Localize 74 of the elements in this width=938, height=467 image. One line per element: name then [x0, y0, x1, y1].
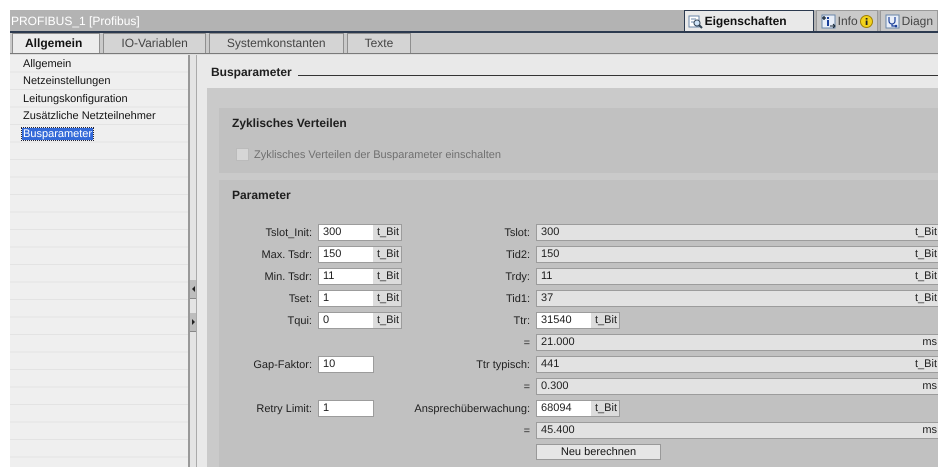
- tab[interactable]: IO-Variablen: [103, 33, 206, 53]
- tab[interactable]: Systemkonstanten: [208, 33, 344, 53]
- unit-label: t_Bit: [373, 247, 401, 262]
- field-label: Tqui:: [286, 314, 312, 326]
- unit-label: t_Bit: [373, 269, 401, 284]
- readonly-field: 11 t_Bit: [536, 268, 938, 285]
- tab[interactable]: Texte: [346, 33, 412, 53]
- inspector-tab[interactable]: Eigenschaften: [684, 10, 814, 31]
- field-label: Min. Tsdr:: [264, 270, 312, 282]
- readonly-field: 300 t_Bit: [536, 224, 938, 241]
- field-label: Retry Limit:: [255, 402, 312, 414]
- sidebar-item[interactable]: Leitungskonfiguration: [22, 92, 129, 105]
- section-title: Busparameter: [211, 64, 292, 78]
- field-label: Ansprechüberwachung:: [413, 402, 530, 414]
- unit-label: t_Bit: [914, 357, 938, 372]
- field-label: Gap-Faktor:: [252, 358, 312, 370]
- expand-right-button[interactable]: [190, 313, 196, 332]
- field-label: Tslot:: [503, 226, 530, 238]
- left-arrow-icon: [190, 285, 196, 293]
- input-field[interactable]: 1: [318, 400, 374, 417]
- input-field[interactable]: 150 t_Bit: [318, 246, 402, 263]
- field-label: Ttr:: [512, 314, 530, 326]
- unit-label: ms: [922, 379, 938, 394]
- inspector-tab[interactable]: Info: [816, 10, 878, 31]
- sidebar-item[interactable]: Allgemein: [22, 58, 72, 70]
- field-label: =: [522, 336, 530, 348]
- field-label: Tid1:: [504, 292, 530, 304]
- stethoscope-icon: [884, 14, 900, 28]
- readonly-field: 45.400 ms: [536, 422, 938, 439]
- field-label: =: [522, 380, 530, 392]
- right-arrow-icon: [190, 318, 196, 326]
- tab[interactable]: Allgemein: [12, 33, 100, 53]
- unit-label: t_Bit: [914, 247, 938, 262]
- input-field[interactable]: 300 t_Bit: [318, 224, 402, 241]
- unit-label: t_Bit: [373, 291, 401, 306]
- checkbox-label: Zyklisches Verteilen der Busparameter einschalten: [254, 148, 502, 160]
- field-label: =: [522, 424, 530, 436]
- unit-label: ms: [922, 423, 938, 438]
- readonly-field: 441 t_Bit: [536, 356, 938, 373]
- group-title: Parameter: [232, 188, 292, 204]
- field-label: Tslot_Init:: [264, 226, 312, 238]
- info-arrows-icon: [820, 14, 836, 28]
- readonly-field: 37 t_Bit: [536, 290, 938, 307]
- field-label: Max. Tsdr:: [260, 248, 312, 260]
- input-field[interactable]: 0 t_Bit: [318, 312, 402, 329]
- field-label: Tset:: [288, 292, 312, 304]
- window-title: PROFIBUS_1 [Profibus]: [10, 14, 140, 28]
- unit-label: t_Bit: [373, 225, 401, 240]
- input-field[interactable]: 11 t_Bit: [318, 268, 402, 285]
- unit-label: t_Bit: [914, 269, 938, 284]
- unit-label: t_Bit: [591, 401, 619, 416]
- readonly-field: 150 t_Bit: [536, 246, 938, 263]
- input-field[interactable]: 68094 t_Bit: [536, 400, 620, 417]
- sidebar-item[interactable]: Busparameter: [22, 128, 94, 140]
- field-label: Trdy:: [504, 270, 530, 282]
- group-title: Zyklisches Verteilen: [232, 116, 348, 132]
- input-field[interactable]: 31540 t_Bit: [536, 312, 620, 329]
- unit-label: t_Bit: [914, 225, 938, 240]
- unit-label: t_Bit: [914, 291, 938, 306]
- unit-label: t_Bit: [373, 313, 401, 328]
- sidebar-item[interactable]: Netzeinstellungen: [22, 75, 112, 88]
- readonly-field: 21.000 ms: [536, 334, 938, 351]
- readonly-field: 0.300 ms: [536, 378, 938, 395]
- sidebar-item[interactable]: Zusätzliche Netzteilnehmer: [22, 110, 157, 122]
- input-field[interactable]: 1 t_Bit: [318, 290, 402, 307]
- magnifier-document-icon: [688, 14, 703, 28]
- inspector-tab[interactable]: Diagn: [880, 10, 938, 31]
- field-label: Ttr typisch:: [475, 358, 530, 370]
- unit-label: t_Bit: [591, 313, 619, 328]
- input-field[interactable]: 10: [318, 356, 374, 373]
- field-label: Tid2:: [504, 248, 530, 260]
- recalculate-button[interactable]: Neu berechnen: [536, 444, 661, 460]
- unit-label: ms: [922, 335, 938, 350]
- collapse-left-button[interactable]: [190, 280, 196, 299]
